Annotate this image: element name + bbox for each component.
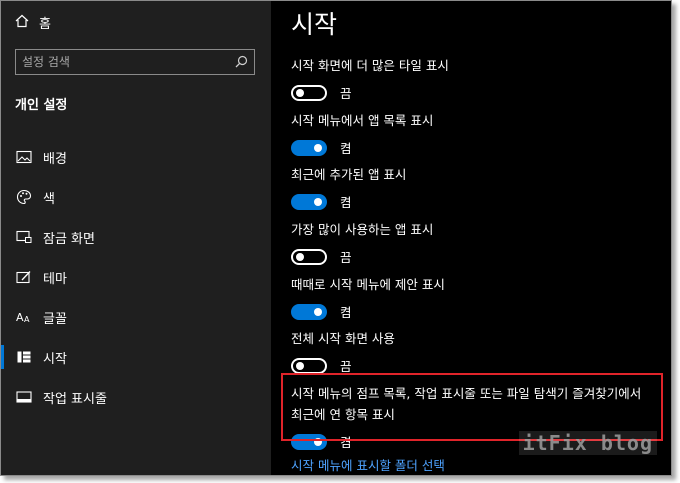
toggle-state: 끔 (340, 250, 352, 265)
home-label: 홈 (39, 17, 51, 32)
sidebar-item-lock-screen[interactable]: 잠금 화면 (1, 217, 271, 257)
sidebar-nav: 배경 색 잠금 화면 테마 A A 글꼴 시작 작업 표시줄 (1, 137, 271, 417)
sidebar-item-label: 테마 (43, 271, 67, 287)
fonts-icon: AA (15, 308, 33, 326)
setting-recently-added: 최근에 추가된 앱 표시 켬 (291, 164, 406, 211)
sidebar-item-fonts[interactable]: AA 글꼴 (1, 297, 271, 337)
sidebar-item-label: 시작 (43, 351, 67, 367)
taskbar-icon (15, 388, 33, 406)
toggle-switch[interactable] (291, 84, 327, 101)
search-input[interactable] (22, 55, 222, 69)
toggle-switch[interactable] (291, 433, 327, 450)
theme-icon (15, 268, 33, 286)
setting-suggestions: 때때로 시작 메뉴에 제안 표시 켬 (291, 274, 445, 321)
setting-more-tiles: 시작 화면에 더 많은 타일 표시 끔 (291, 55, 449, 102)
svg-text:A: A (16, 311, 24, 324)
sidebar-item-label: 색 (43, 191, 55, 207)
toggle-switch[interactable] (291, 248, 327, 265)
setting-label-line2: 최근에 연 항목 표시 (291, 407, 395, 422)
setting-label: 시작 화면에 더 많은 타일 표시 (291, 58, 449, 73)
page-title: 시작 (291, 10, 338, 39)
main-content: 시작 시작 화면에 더 많은 타일 표시 끔 시작 메뉴에서 앱 목록 표시 켬… (271, 1, 671, 475)
sidebar: 홈 개인 설정 배경 색 (1, 1, 271, 475)
setting-app-list: 시작 메뉴에서 앱 목록 표시 켬 (291, 110, 433, 157)
sidebar-item-label: 배경 (43, 151, 67, 167)
toggle-state: 끔 (340, 86, 352, 101)
picture-icon (15, 148, 33, 166)
svg-text:A: A (24, 315, 30, 324)
search-box (15, 49, 255, 75)
section-title: 개인 설정 (15, 98, 68, 113)
settings-window: 홈 개인 설정 배경 색 (0, 0, 672, 476)
setting-label: 때때로 시작 메뉴에 제안 표시 (291, 277, 445, 292)
toggle-switch[interactable] (291, 303, 327, 320)
setting-label: 전체 시작 화면 사용 (291, 331, 395, 346)
setting-most-used: 가장 많이 사용하는 앱 표시 끔 (291, 219, 433, 266)
home-icon (15, 14, 29, 32)
sidebar-item-theme[interactable]: 테마 (1, 257, 271, 297)
toggle-state: 켬 (340, 435, 352, 450)
sidebar-item-color[interactable]: 색 (1, 177, 271, 217)
toggle-switch[interactable] (291, 139, 327, 156)
watermark: itFix blog (518, 431, 657, 455)
setting-label: 가장 많이 사용하는 앱 표시 (291, 222, 434, 237)
toggle-state: 켬 (340, 195, 352, 210)
search-icon[interactable] (235, 53, 248, 72)
setting-label: 최근에 추가된 앱 표시 (291, 167, 407, 182)
sidebar-item-label: 작업 표시줄 (43, 391, 107, 407)
choose-folders-link[interactable]: 시작 메뉴에 표시할 폴더 선택 (291, 455, 445, 474)
start-icon (15, 348, 33, 366)
palette-icon (15, 188, 33, 206)
setting-label: 시작 메뉴에서 앱 목록 표시 (291, 113, 434, 128)
sidebar-item-label: 글꼴 (43, 311, 67, 327)
toggle-state: 켬 (340, 305, 352, 320)
toggle-state: 끔 (340, 359, 352, 374)
sidebar-item-background[interactable]: 배경 (1, 137, 271, 177)
setting-label: 시작 메뉴의 점프 목록, 작업 표시줄 또는 파일 탐색기 즐겨찾기에서 (291, 386, 642, 401)
toggle-state: 켬 (340, 141, 352, 156)
home-nav[interactable]: 홈 (15, 13, 51, 32)
toggle-switch[interactable] (291, 357, 327, 374)
toggle-switch[interactable] (291, 193, 327, 210)
setting-full-screen: 전체 시작 화면 사용 끔 (291, 328, 395, 375)
sidebar-item-start[interactable]: 시작 (1, 337, 271, 377)
sidebar-item-label: 잠금 화면 (43, 231, 95, 247)
lock-screen-icon (15, 228, 33, 246)
sidebar-item-taskbar[interactable]: 작업 표시줄 (1, 377, 271, 417)
